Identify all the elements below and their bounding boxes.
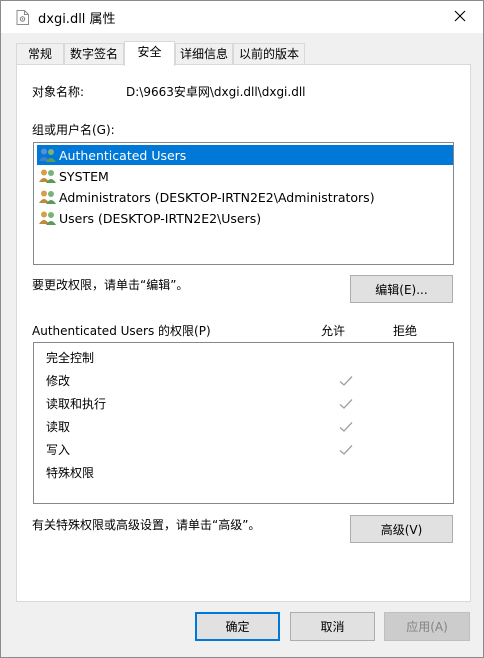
cancel-button[interactable]: 取消 — [290, 612, 375, 641]
user-name: Users (DESKTOP-IRTN2E2\Users) — [59, 210, 262, 226]
tab-digital-signatures[interactable]: 数字签名 — [64, 43, 124, 65]
list-item-users[interactable]: Users (DESKTOP-IRTN2E2\Users) — [37, 208, 453, 228]
permission-full-control: 完全控制 — [46, 348, 446, 368]
user-name: Authenticated Users — [59, 147, 187, 163]
apply-button[interactable]: 应用(A) — [384, 612, 470, 641]
permission-name: 读取和执行 — [46, 397, 107, 411]
users-group-icon — [39, 210, 57, 226]
groups-label: 组或用户名(G): — [32, 123, 115, 137]
permission-name: 写入 — [46, 443, 71, 457]
window-title: dxgi.dll 属性 — [38, 12, 116, 27]
permission-name: 修改 — [46, 374, 71, 388]
tab-security[interactable]: 安全 — [124, 41, 175, 66]
advanced-button[interactable]: 高级(V) — [350, 515, 453, 543]
change-hint: 要更改权限，请单击“编辑”。 — [32, 278, 189, 292]
permission-name: 读取 — [46, 420, 71, 434]
object-name-label: 对象名称: — [32, 85, 85, 99]
users-group-icon — [39, 189, 57, 205]
permission-write: 写入 — [46, 440, 446, 460]
users-group-icon — [39, 147, 57, 163]
permission-name: 特殊权限 — [46, 466, 95, 480]
object-name-value: D:\9663安卓网\dxgi.dll\dxgi.dll — [126, 85, 306, 99]
permission-read: 读取 — [46, 417, 446, 437]
list-item-authenticated-users[interactable]: Authenticated Users — [37, 145, 453, 165]
file-icon — [16, 10, 29, 25]
close-button[interactable] — [437, 1, 483, 33]
title-bar[interactable]: dxgi.dll 属性 — [1, 1, 483, 33]
tab-previous-versions[interactable]: 以前的版本 — [233, 43, 305, 65]
ok-button[interactable]: 确定 — [195, 612, 280, 641]
deny-header: 拒绝 — [393, 324, 418, 338]
tab-details[interactable]: 详细信息 — [175, 43, 233, 65]
check-icon — [339, 443, 353, 457]
tab-general[interactable]: 常规 — [16, 43, 64, 65]
edit-button[interactable]: 编辑(E)... — [350, 275, 453, 303]
properties-window: dxgi.dll 属性 常规 数字签名 安全 详细信息 以前的版本 对象名称: … — [0, 0, 484, 658]
permissions-list: 完全控制 修改 读取和执行 读取 写入 特殊权限 — [33, 342, 454, 504]
check-icon — [339, 397, 353, 411]
users-group-icon — [39, 168, 57, 184]
tab-strip: 常规 数字签名 安全 详细信息 以前的版本 — [16, 41, 471, 66]
list-item-administrators[interactable]: Administrators (DESKTOP-IRTN2E2\Administ… — [37, 187, 453, 207]
list-item-system[interactable]: SYSTEM — [37, 166, 453, 186]
advanced-hint: 有关特殊权限或高级设置，请单击“高级”。 — [32, 518, 261, 532]
user-name: Administrators (DESKTOP-IRTN2E2\Administ… — [59, 189, 375, 205]
permission-name: 完全控制 — [46, 351, 95, 365]
permissions-label: Authenticated Users 的权限(P) — [32, 324, 211, 338]
check-icon — [339, 374, 353, 388]
permission-special: 特殊权限 — [46, 463, 446, 483]
permission-modify: 修改 — [46, 371, 446, 391]
users-listbox[interactable]: Authenticated Users SYSTEM Administrator… — [33, 142, 454, 265]
user-name: SYSTEM — [59, 168, 109, 184]
allow-header: 允许 — [321, 324, 346, 338]
check-icon — [339, 420, 353, 434]
close-icon — [454, 10, 466, 25]
security-panel: 对象名称: D:\9663安卓网\dxgi.dll\dxgi.dll 组或用户名… — [16, 64, 471, 602]
permission-read-execute: 读取和执行 — [46, 394, 446, 414]
